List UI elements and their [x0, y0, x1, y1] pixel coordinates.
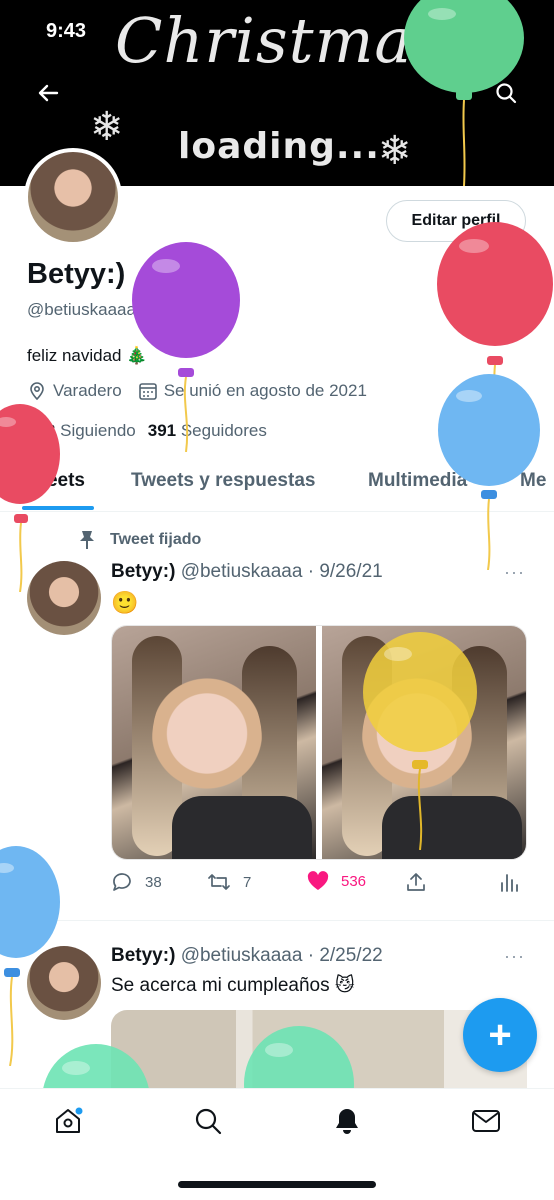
- followers-count: 391: [147, 421, 177, 440]
- pinned-indicator: Tweet fijado: [78, 530, 201, 550]
- home-indicator: [178, 1181, 376, 1188]
- profile-location: Varadero: [53, 381, 122, 400]
- tweet-more-button[interactable]: ···: [504, 946, 525, 967]
- snowflake-icon: ❄: [378, 128, 412, 174]
- tweet-avatar[interactable]: [27, 946, 101, 1020]
- profile-meta: Varadero Se unió en agosto de 2021: [27, 381, 367, 401]
- tweet-more-button[interactable]: ···: [504, 562, 525, 583]
- compose-tweet-button[interactable]: +: [463, 998, 537, 1072]
- tweet-actions: 38 7 536: [111, 871, 527, 897]
- reply-button[interactable]: 38: [111, 871, 162, 893]
- tab-tweets-replies[interactable]: Tweets y respuestas: [131, 470, 315, 492]
- profile-tabs: Tweets Tweets y respuestas Multimedia Me: [0, 460, 554, 512]
- share-icon: [407, 873, 425, 891]
- pin-icon: [80, 531, 94, 549]
- tweet-meta: @betiuskaaaa · 9/26/21: [180, 561, 383, 582]
- like-count: 536: [341, 872, 367, 890]
- banner-title: Christmas: [115, 4, 446, 77]
- analytics-icon: [501, 874, 518, 892]
- messages-icon: [472, 1110, 500, 1132]
- balloon-red: [437, 222, 553, 450]
- reply-icon: [113, 873, 131, 891]
- following-count: 383: [27, 421, 56, 440]
- tweet-photo[interactable]: [112, 626, 316, 859]
- calendar-icon: [138, 383, 157, 400]
- following-link[interactable]: 383 Siguiendo: [27, 421, 136, 441]
- tweet-meta: @betiuskaaaa · 2/25/22: [180, 945, 383, 966]
- retweet-count: 7: [243, 873, 252, 891]
- tweet-header: Betyy:) @betiuskaaaa · 9/26/21: [111, 561, 383, 583]
- tab-media[interactable]: Multimedia: [368, 470, 467, 492]
- divider: [0, 920, 554, 921]
- profile-joined: Se unió en agosto de 2021: [163, 381, 367, 400]
- signal-icon: [436, 26, 454, 38]
- analytics-button[interactable]: [499, 871, 519, 893]
- nav-notifications[interactable]: [331, 1105, 363, 1137]
- search-button[interactable]: [489, 76, 523, 110]
- follow-stats: 383 Siguiendo 391 Seguidores: [27, 421, 267, 441]
- nav-messages[interactable]: [470, 1105, 502, 1137]
- active-tab-indicator: [22, 506, 94, 510]
- tweet-header: Betyy:) @betiuskaaaa · 2/25/22: [111, 945, 383, 967]
- profile-name: Betyy:): [27, 258, 126, 290]
- profile-handle: @betiuskaaaa: [27, 300, 136, 319]
- tweet-media[interactable]: [111, 625, 527, 860]
- tweet-author-name[interactable]: Betyy:): [111, 945, 175, 966]
- tweet-avatar[interactable]: [27, 561, 101, 635]
- tab-tweets[interactable]: Tweets: [22, 470, 85, 492]
- like-button[interactable]: 536: [307, 871, 366, 891]
- battery-icon: [491, 25, 522, 39]
- notifications-icon: [336, 1109, 358, 1134]
- edit-profile-button[interactable]: Editar perfil: [386, 200, 526, 242]
- search-icon: [496, 83, 517, 104]
- location-pin-icon: [30, 382, 44, 401]
- back-button[interactable]: [31, 76, 65, 110]
- tweet-text: 🙂: [111, 590, 139, 615]
- network-label: LTE: [460, 24, 486, 40]
- tweet-photo[interactable]: [322, 626, 526, 859]
- followers-label: Seguidores: [180, 421, 267, 440]
- banner-subtitle: loading...: [178, 126, 380, 167]
- profile-bio: feliz navidad 🎄: [27, 346, 148, 365]
- nav-search[interactable]: [192, 1105, 224, 1137]
- share-button[interactable]: [405, 871, 427, 893]
- status-time: 9:43: [46, 20, 87, 42]
- heart-filled-icon: [307, 871, 329, 890]
- profile-avatar[interactable]: [24, 148, 122, 246]
- tweet-author-name[interactable]: Betyy:): [111, 561, 175, 582]
- pinned-label: Tweet fijado: [110, 531, 202, 548]
- reply-count: 38: [145, 873, 162, 891]
- following-label: Siguiendo: [60, 421, 136, 440]
- home-icon: [56, 1107, 83, 1133]
- retweet-icon: [208, 874, 230, 890]
- search-icon: [195, 1108, 222, 1135]
- nav-home[interactable]: [52, 1105, 84, 1137]
- tweet-text: Se acerca mi cumpleaños 😼: [111, 975, 355, 996]
- status-indicators: LTE: [436, 24, 522, 40]
- followers-link[interactable]: 391 Seguidores: [148, 421, 267, 441]
- back-arrow-icon: [38, 84, 59, 102]
- tab-likes[interactable]: Me: [520, 470, 546, 492]
- retweet-button[interactable]: 7: [207, 871, 251, 893]
- snowflake-icon: ❄: [90, 104, 124, 150]
